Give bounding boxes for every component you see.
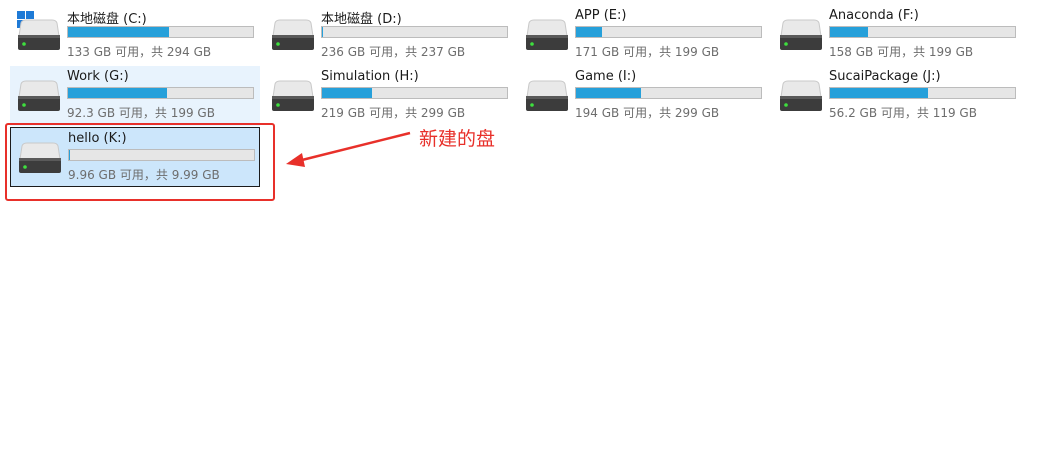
drive-name: 本地磁盘 (D:)	[321, 12, 402, 27]
drive-name: APP (E:)	[575, 8, 627, 23]
drive-usage-fill	[322, 27, 323, 37]
drive-capacity-text: 219 GB 可用，共 299 GB	[321, 106, 466, 120]
drive-item[interactable]: Anaconda (F:) 158 GB 可用，共 199 GB	[772, 5, 1022, 65]
drive-name: 本地磁盘 (C:)	[67, 12, 147, 27]
drive-item[interactable]: APP (E:) 171 GB 可用，共 199 GB	[518, 5, 768, 65]
drive-usage-bar	[575, 87, 762, 99]
drive-usage-bar	[321, 87, 508, 99]
drive-item[interactable]: 本地磁盘 (C:) 133 GB 可用，共 294 GB	[10, 5, 260, 65]
hard-drive-icon	[18, 80, 60, 111]
hard-drive-icon	[526, 80, 568, 111]
annotation-arrow-icon	[286, 131, 411, 167]
hard-drive-icon	[272, 80, 314, 111]
drive-name: Game (I:)	[575, 69, 637, 84]
drive-usage-bar	[829, 87, 1016, 99]
hard-drive-icon	[18, 19, 60, 50]
drive-usage-bar	[829, 26, 1016, 38]
hard-drive-icon	[526, 19, 568, 50]
annotation-highlight-box	[5, 123, 275, 201]
drive-usage-fill	[322, 88, 372, 98]
drive-usage-fill	[576, 27, 603, 37]
drive-usage-fill	[68, 27, 170, 37]
drive-usage-bar	[575, 26, 762, 38]
drive-usage-fill	[830, 27, 869, 37]
drive-capacity-text: 158 GB 可用，共 199 GB	[829, 45, 974, 59]
drive-usage-fill	[830, 88, 928, 98]
drive-name: Anaconda (F:)	[829, 8, 919, 23]
drive-capacity-text: 171 GB 可用，共 199 GB	[575, 45, 720, 59]
drive-usage-fill	[576, 88, 641, 98]
drive-item[interactable]: 本地磁盘 (D:) 236 GB 可用，共 237 GB	[264, 5, 514, 65]
drive-capacity-text: 92.3 GB 可用，共 199 GB	[67, 106, 215, 120]
hard-drive-icon	[272, 19, 314, 50]
drive-capacity-text: 56.2 GB 可用，共 119 GB	[829, 106, 977, 120]
drive-usage-bar	[67, 87, 254, 99]
drive-usage-bar	[67, 26, 254, 38]
drive-item[interactable]: Simulation (H:) 219 GB 可用，共 299 GB	[264, 66, 514, 126]
hard-drive-icon	[780, 19, 822, 50]
drive-capacity-text: 194 GB 可用，共 299 GB	[575, 106, 720, 120]
annotation-label: 新建的盘	[419, 128, 496, 150]
drive-capacity-text: 236 GB 可用，共 237 GB	[321, 45, 466, 59]
drive-usage-bar	[321, 26, 508, 38]
drive-name: SucaiPackage (J:)	[829, 69, 941, 84]
drive-name: Work (G:)	[67, 69, 129, 84]
drive-capacity-text: 133 GB 可用，共 294 GB	[67, 45, 212, 59]
drive-item[interactable]: Work (G:) 92.3 GB 可用，共 199 GB	[10, 66, 260, 126]
drive-name: Simulation (H:)	[321, 69, 419, 84]
drive-item[interactable]: SucaiPackage (J:) 56.2 GB 可用，共 119 GB	[772, 66, 1022, 126]
drive-item[interactable]: Game (I:) 194 GB 可用，共 299 GB	[518, 66, 768, 126]
hard-drive-icon	[780, 80, 822, 111]
drive-usage-fill	[68, 88, 168, 98]
